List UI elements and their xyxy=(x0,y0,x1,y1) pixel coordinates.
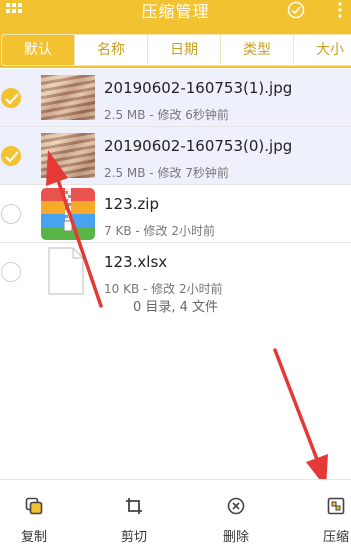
copy-icon xyxy=(25,497,43,515)
folder-summary: 0 目录, 4 文件 xyxy=(132,300,219,315)
file-name: 20190602-160753(0).jpg xyxy=(104,137,293,155)
file-name: 20190602-160753(1).jpg xyxy=(104,79,293,97)
sort-tabs-bar: 默认 名称 日期 类型 大小 xyxy=(0,22,351,68)
compress-icon xyxy=(327,497,345,515)
more-vertical-icon[interactable] xyxy=(336,2,344,18)
tab-type[interactable]: 类型 xyxy=(221,35,294,65)
file-row[interactable]: 20190602-160753(0).jpg 2.5 MB - 修改 7秒钟前 xyxy=(0,127,351,185)
file-row[interactable]: 123.zip 7 KB - 修改 2小时前 xyxy=(0,185,351,243)
document-icon xyxy=(48,247,84,295)
file-list: 20190602-160753(1).jpg 2.5 MB - 修改 6秒钟前 … xyxy=(0,69,351,300)
crop-icon xyxy=(126,498,142,514)
row-checkbox-checked[interactable] xyxy=(1,146,21,166)
image-thumbnail xyxy=(41,133,95,178)
select-all-check-icon[interactable] xyxy=(287,1,305,19)
checkmark-icon xyxy=(5,93,19,105)
bottom-toolbar: 复制 剪切 删除 压缩 xyxy=(0,479,351,545)
file-name: 123.xlsx xyxy=(104,253,168,271)
copy-button[interactable]: 复制 xyxy=(4,480,64,545)
file-meta: 2.5 MB - 修改 6秒钟前 xyxy=(104,108,229,122)
cut-button[interactable]: 剪切 xyxy=(104,480,164,545)
tab-date[interactable]: 日期 xyxy=(148,35,221,65)
file-row[interactable]: 20190602-160753(1).jpg 2.5 MB - 修改 6秒钟前 xyxy=(0,69,351,127)
row-checkbox[interactable] xyxy=(1,262,21,282)
delete-label: 删除 xyxy=(222,530,249,545)
file-name: 123.zip xyxy=(104,195,159,213)
copy-label: 复制 xyxy=(20,530,47,545)
annotation-arrow-down xyxy=(273,348,328,488)
zip-archive-icon xyxy=(41,188,95,240)
sort-tabs: 默认 名称 日期 类型 大小 xyxy=(1,34,351,66)
file-meta: 7 KB - 修改 2小时前 xyxy=(104,224,215,238)
row-checkbox[interactable] xyxy=(1,204,21,224)
image-thumbnail xyxy=(41,75,95,120)
delete-icon xyxy=(227,497,245,515)
compress-label: 压缩 xyxy=(322,530,349,545)
file-row[interactable]: 123.xlsx 10 KB - 修改 2小时前 xyxy=(0,243,351,300)
cut-label: 剪切 xyxy=(120,530,147,545)
checkmark-icon xyxy=(5,151,19,163)
file-meta: 2.5 MB - 修改 7秒钟前 xyxy=(104,166,229,180)
compress-button[interactable]: 压缩 xyxy=(306,480,351,545)
app-header: 压缩管理 xyxy=(0,0,351,22)
tab-name[interactable]: 名称 xyxy=(75,35,148,65)
file-meta: 10 KB - 修改 2小时前 xyxy=(104,282,223,296)
delete-button[interactable]: 删除 xyxy=(206,480,266,545)
row-checkbox-checked[interactable] xyxy=(1,88,21,108)
tab-size[interactable]: 大小 xyxy=(294,35,351,65)
tab-default[interactable]: 默认 xyxy=(2,35,75,65)
